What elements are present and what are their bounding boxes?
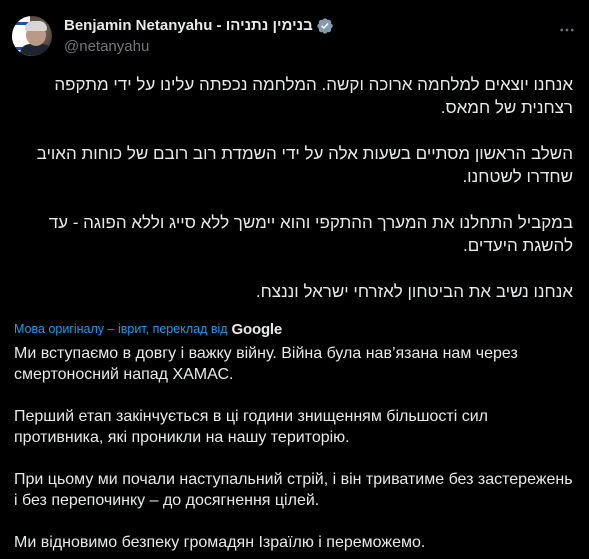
post-header: Benjamin Netanyahu - בנימין נתניהו @neta… — [12, 16, 577, 64]
author-info: Benjamin Netanyahu - בנימין נתניהו @neta… — [64, 16, 334, 57]
author-name-row: Benjamin Netanyahu - בנימין נתניהו — [64, 16, 334, 36]
author-handle[interactable]: @netanyahu — [64, 37, 334, 57]
verified-badge-icon[interactable] — [316, 17, 334, 35]
google-logo: Google — [231, 320, 283, 338]
more-horizontal-icon[interactable] — [557, 20, 577, 40]
avatar-hair — [25, 21, 47, 31]
post-original-text: אנחנו יוצאים למלחמה ארוכה וקשה. המלחמה נ… — [14, 73, 573, 303]
original-paragraph: השלב הראשון מסתיים בשעות אלה על ידי השמד… — [36, 144, 573, 186]
author-display-name[interactable]: Benjamin Netanyahu - בנימין נתניהו — [64, 16, 313, 36]
original-paragraph: במקביל התחלנו את המערך ההתקפי והוא יימשך… — [48, 213, 573, 255]
avatar[interactable] — [12, 16, 52, 56]
translated-paragraph: Перший етап закінчується в ці години зни… — [14, 408, 489, 446]
original-paragraph: אנחנו יוצאים למלחמה ארוכה וקשה. המלחמה נ… — [54, 75, 573, 117]
translated-paragraph: При цьому ми почали наступальний стрій, … — [14, 471, 573, 509]
translated-paragraph: Ми вступаємо в довгу і важку війну. Війн… — [14, 345, 518, 383]
translated-paragraph: Ми відновимо безпеку громадян Ізраїлю і … — [14, 534, 426, 551]
translation-note-text[interactable]: Мова оригіналу – іврит, переклад від — [14, 322, 228, 336]
post-translated-text: Ми вступаємо в довгу і важку війну. Війн… — [14, 343, 575, 553]
translation-attribution[interactable]: Мова оригіналу – іврит, переклад від Goo… — [14, 319, 282, 339]
original-paragraph: אנחנו נשיב את הביטחון לאזרחי ישראל וננצח… — [255, 282, 573, 301]
